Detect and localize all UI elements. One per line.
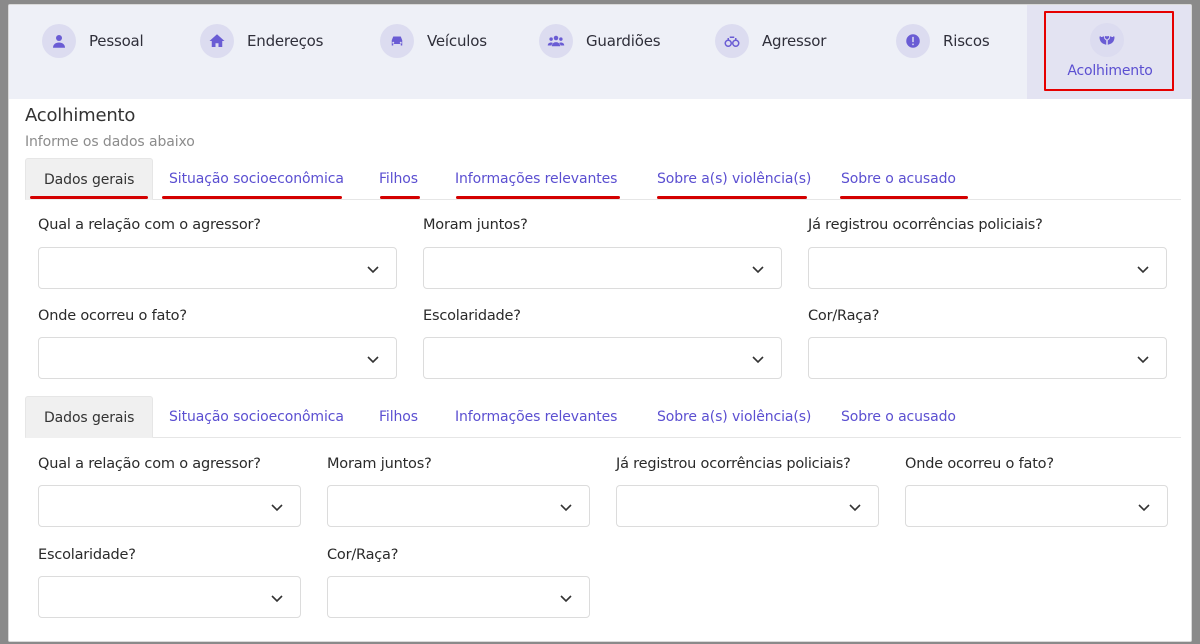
nav-item-enderecos[interactable]: Endereços [200,23,323,59]
red-underline-annotation [380,196,420,199]
alert-icon [896,24,930,58]
chevron-down-icon [270,590,284,604]
ocorrencias-select[interactable] [616,485,879,527]
relacao-select[interactable] [38,247,397,289]
field-label-moram-juntos: Moram juntos? [327,456,432,472]
chevron-down-icon [848,499,862,513]
nav-label: Endereços [247,32,324,50]
tab-bar: Dados gerais Situação socioeconômica Fil… [25,396,1181,438]
chevron-down-icon [1136,351,1150,365]
chevron-down-icon [1136,261,1150,275]
red-underline-annotation [657,196,807,199]
nav-item-riscos[interactable]: Riscos [896,23,990,59]
background-page-edge [0,100,8,600]
cor-raca-select[interactable] [808,337,1167,379]
chevron-down-icon [270,499,284,513]
red-underline-annotation [162,196,342,199]
moram-juntos-select[interactable] [327,485,590,527]
field-label-ocorrencias: Já registrou ocorrências policiais? [616,456,851,472]
users-icon [539,24,573,58]
escolaridade-select[interactable] [423,337,782,379]
tab-filhos[interactable]: Filhos [379,396,418,438]
cor-raca-select[interactable] [327,576,590,618]
nav-label: Guardiões [586,32,661,50]
nav-label: Veículos [427,32,487,50]
nav-item-acolhimento[interactable]: Acolhimento [1027,5,1191,99]
field-label-relacao: Qual a relação com o agressor? [38,217,261,233]
handcuffs-icon [715,24,749,58]
car-icon [380,24,414,58]
section-title: Acolhimento [25,105,136,126]
field-label-cor-raca: Cor/Raça? [808,308,880,324]
field-label-moram-juntos: Moram juntos? [423,217,528,233]
tab-situacao-socioeconomica[interactable]: Situação socioeconômica [169,396,344,438]
home-icon [200,24,234,58]
user-icon [42,24,76,58]
onde-ocorreu-select[interactable] [38,337,397,379]
nav-label: Acolhimento [1067,63,1153,79]
form-modal: Pessoal Endereços Veículos Guardiões Agr… [8,4,1192,642]
chevron-down-icon [1137,499,1151,513]
tab-dados-gerais[interactable]: Dados gerais [25,158,154,200]
red-underline-annotation [30,196,148,199]
nav-item-guardioes[interactable]: Guardiões [539,23,661,59]
field-label-onde-ocorreu: Onde ocorreu o fato? [38,308,187,324]
tab-informacoes-relevantes[interactable]: Informações relevantes [455,158,617,200]
ocorrencias-select[interactable] [808,247,1167,289]
field-label-relacao: Qual a relação com o agressor? [38,456,261,472]
section-nav: Pessoal Endereços Veículos Guardiões Agr… [9,5,1191,99]
field-label-ocorrencias: Já registrou ocorrências policiais? [808,217,1043,233]
tab-filhos[interactable]: Filhos [379,158,418,200]
chevron-down-icon [366,261,380,275]
moram-juntos-select[interactable] [423,247,782,289]
tab-sobre-violencias[interactable]: Sobre a(s) violência(s) [657,158,811,200]
nav-item-agressor[interactable]: Agressor [715,23,826,59]
tab-situacao-socioeconomica[interactable]: Situação socioeconômica [169,158,344,200]
field-label-cor-raca: Cor/Raça? [327,547,399,563]
chevron-down-icon [751,261,765,275]
tab-sobre-acusado[interactable]: Sobre o acusado [841,396,956,438]
chevron-down-icon [366,351,380,365]
tab-dados-gerais[interactable]: Dados gerais [25,396,154,438]
chevron-down-icon [751,351,765,365]
nav-item-veiculos[interactable]: Veículos [380,23,487,59]
field-label-onde-ocorreu: Onde ocorreu o fato? [905,456,1054,472]
nav-label: Pessoal [89,32,144,50]
onde-ocorreu-select[interactable] [905,485,1168,527]
tab-sobre-violencias[interactable]: Sobre a(s) violência(s) [657,396,811,438]
hands-icon [1090,23,1124,57]
field-label-escolaridade: Escolaridade? [38,547,136,563]
tab-bar: Dados gerais Situação socioeconômica Fil… [25,158,1181,200]
relacao-select[interactable] [38,485,301,527]
field-label-escolaridade: Escolaridade? [423,308,521,324]
chevron-down-icon [559,590,573,604]
chevron-down-icon [559,499,573,513]
red-underline-annotation [840,196,968,199]
nav-item-pessoal[interactable]: Pessoal [42,23,144,59]
nav-label: Riscos [943,32,990,50]
nav-label: Agressor [762,32,827,50]
tab-informacoes-relevantes[interactable]: Informações relevantes [455,396,617,438]
red-underline-annotation [456,196,620,199]
tab-sobre-acusado[interactable]: Sobre o acusado [841,158,956,200]
escolaridade-select[interactable] [38,576,301,618]
section-subtitle: Informe os dados abaixo [25,134,195,150]
